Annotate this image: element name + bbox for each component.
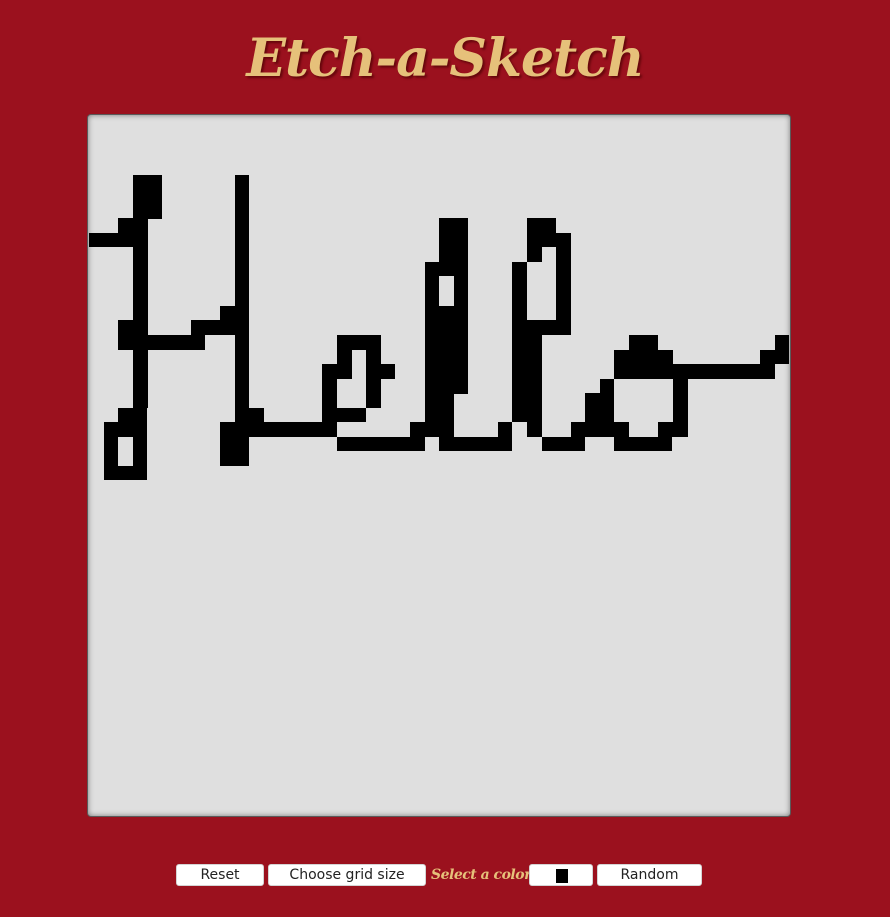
drawn-cell — [614, 437, 672, 451]
drawn-cell — [220, 306, 235, 335]
drawn-cell — [337, 350, 352, 379]
drawn-cell — [688, 364, 775, 379]
random-color-button[interactable]: Random — [597, 864, 702, 886]
reset-button[interactable]: Reset — [176, 864, 264, 886]
drawn-cell — [629, 335, 658, 379]
drawn-cell — [337, 437, 425, 451]
drawn-cell — [322, 408, 366, 422]
drawn-cell — [104, 422, 147, 437]
drawn-cell — [527, 247, 542, 262]
drawn-cell — [527, 233, 571, 247]
drawn-cell — [658, 422, 688, 437]
drawn-cell — [454, 262, 468, 320]
drawn-cell — [571, 422, 585, 437]
color-picker[interactable] — [529, 864, 593, 886]
grid-size-button[interactable]: Choose grid size — [268, 864, 426, 886]
drawn-cell — [249, 422, 337, 437]
sketch-drawing — [89, 175, 789, 480]
drawn-cell — [439, 320, 468, 394]
drawn-cell — [542, 320, 571, 335]
drawn-cell — [498, 422, 512, 437]
drawn-cell — [366, 350, 381, 408]
drawn-cell — [410, 422, 425, 437]
drawn-cell — [337, 335, 381, 350]
drawn-cell — [104, 466, 147, 480]
drawn-cell — [614, 422, 629, 437]
color-label: Select a color: — [431, 867, 536, 883]
drawn-cell — [147, 335, 205, 350]
drawn-cell — [118, 320, 147, 350]
drawn-cell — [775, 335, 789, 364]
drawn-cell — [527, 335, 542, 437]
sketch-grid[interactable] — [87, 114, 791, 817]
drawn-cell — [658, 350, 673, 379]
drawn-cell — [585, 393, 614, 437]
drawn-cell — [133, 175, 162, 219]
drawn-cell — [439, 437, 512, 451]
drawn-cell — [614, 350, 629, 379]
app-title: Etch-a-Sketch — [246, 28, 644, 89]
selected-color-swatch — [556, 869, 568, 883]
drawn-cell — [133, 218, 148, 408]
controls-bar: Reset Choose grid size Select a color: R… — [0, 864, 890, 888]
drawn-cell — [118, 408, 147, 423]
drawn-cell — [381, 364, 395, 379]
drawn-cell — [600, 379, 614, 393]
drawn-cell — [542, 437, 585, 451]
